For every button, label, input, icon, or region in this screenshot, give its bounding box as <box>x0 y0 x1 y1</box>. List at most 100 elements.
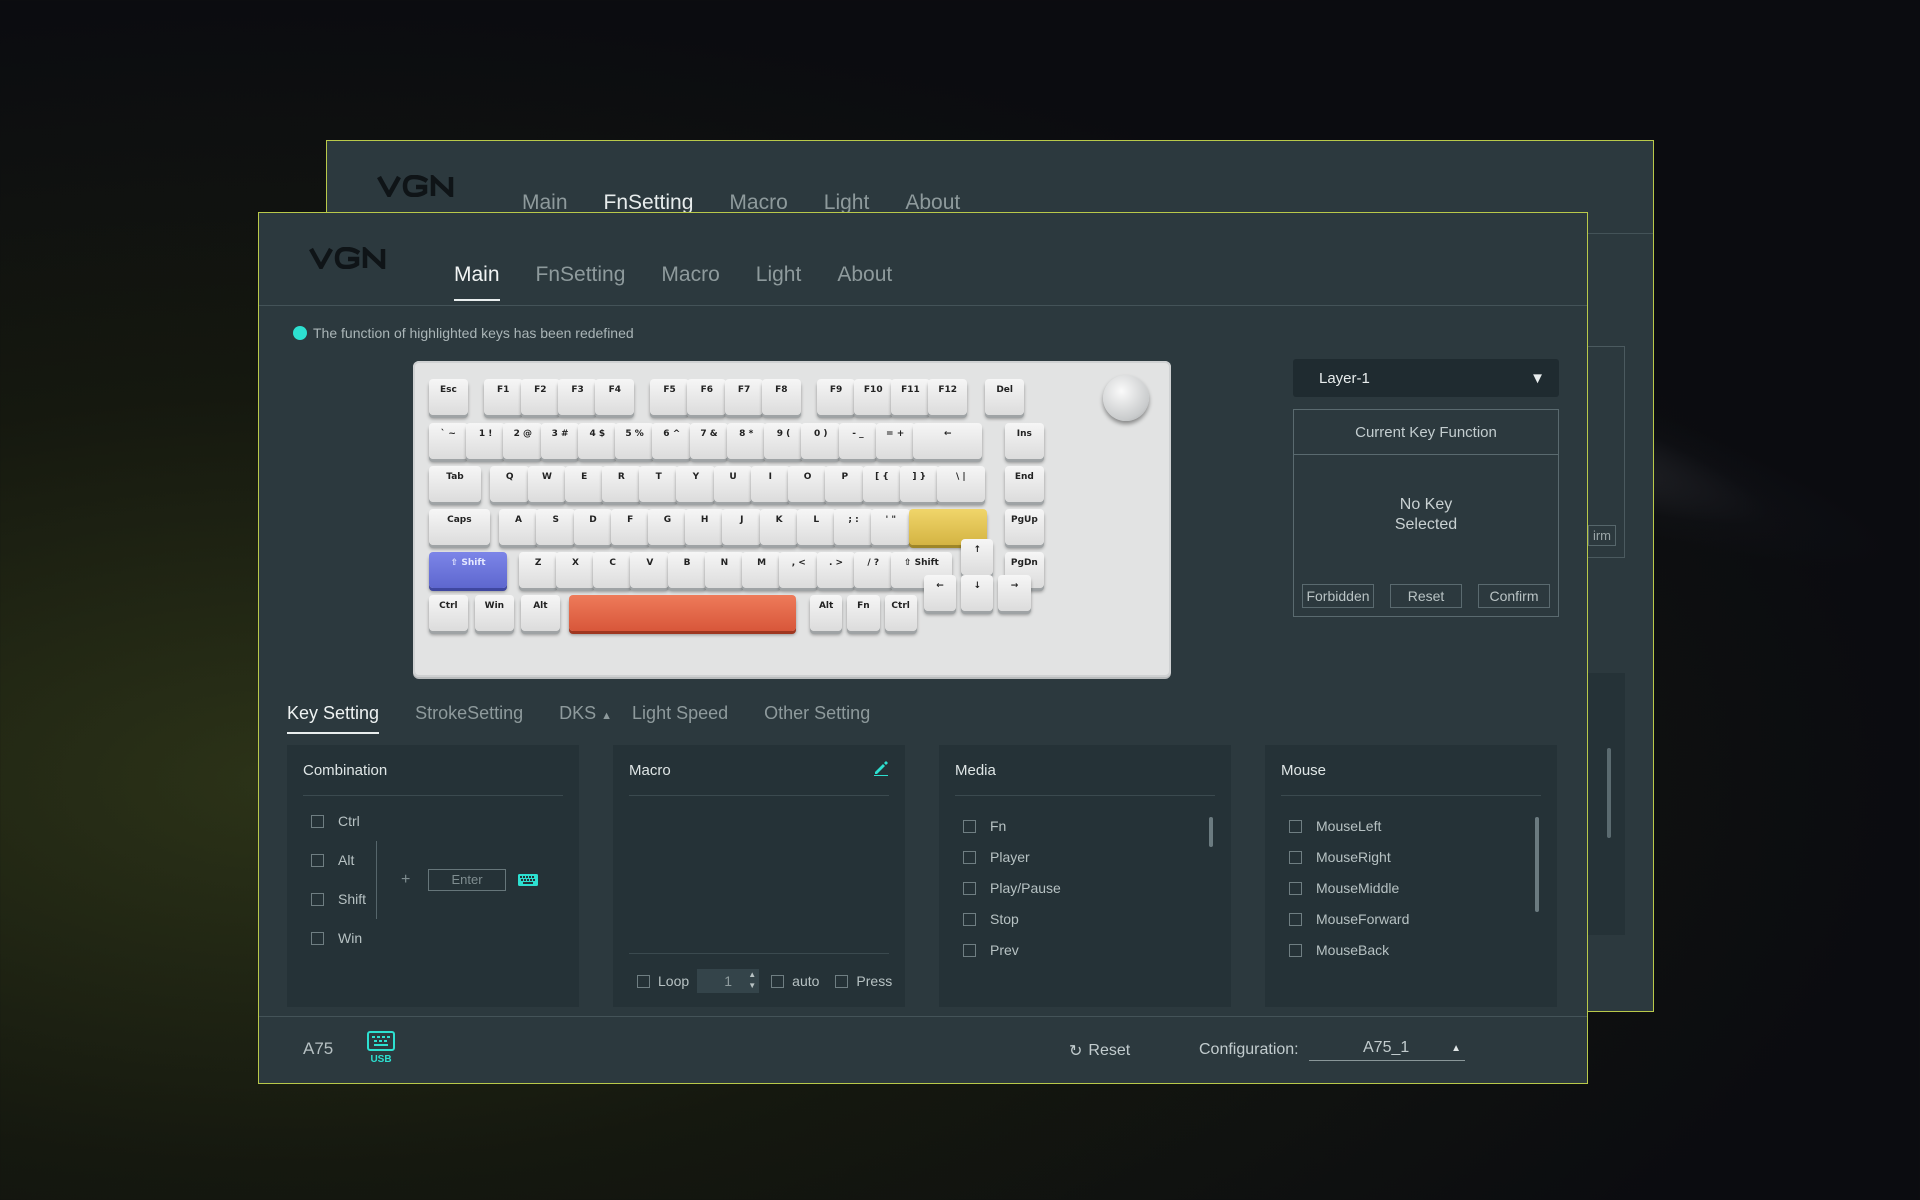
key-f5[interactable]: F5 <box>650 379 689 415</box>
key-caps[interactable]: Caps <box>429 509 490 545</box>
prev-checkbox[interactable] <box>963 943 976 957</box>
tab-main[interactable]: Main <box>454 263 500 301</box>
key-c[interactable]: C <box>593 552 633 588</box>
media-item-stop[interactable]: Stop <box>963 911 1019 927</box>
play-pause-checkbox[interactable] <box>963 881 976 895</box>
media-item-player[interactable]: Player <box>963 849 1030 865</box>
key-f[interactable]: F <box>610 509 650 545</box>
key-m[interactable]: M <box>742 552 781 588</box>
key-5[interactable]: 5 % <box>615 423 654 459</box>
key-x[interactable]: X <box>556 552 595 588</box>
key-ins[interactable]: Ins <box>1004 423 1044 459</box>
key-1[interactable]: 1 ! <box>466 423 506 459</box>
key-pgup[interactable]: PgUp <box>1004 509 1044 545</box>
key-2[interactable]: 2 @ <box>503 423 543 459</box>
mod-ctrl[interactable]: Ctrl <box>311 813 360 829</box>
player-checkbox[interactable] <box>963 850 976 864</box>
key-q[interactable]: Q <box>490 466 530 502</box>
subtab-other-setting[interactable]: Other Setting <box>764 703 870 724</box>
key-w[interactable]: W <box>527 466 567 502</box>
key-symbol[interactable]: . > <box>816 552 856 588</box>
tab-macro[interactable]: Macro <box>661 263 719 287</box>
key-b[interactable]: B <box>667 552 707 588</box>
key-f4[interactable]: F4 <box>595 379 635 415</box>
key-symbol[interactable]: → <box>998 575 1031 611</box>
key-g[interactable]: G <box>648 509 687 545</box>
key-symbol[interactable]: / ? <box>853 552 893 588</box>
mod-win[interactable]: Win <box>311 930 362 946</box>
key-7[interactable]: 7 & <box>689 423 729 459</box>
auto-checkbox[interactable] <box>771 974 785 988</box>
key-symbol[interactable]: ; : <box>834 509 873 545</box>
press-checkbox[interactable] <box>835 974 849 988</box>
stepper-arrows-icon[interactable]: ▲ ▼ <box>748 969 756 991</box>
key-end[interactable]: End <box>1004 466 1044 502</box>
shift-checkbox[interactable] <box>311 892 324 906</box>
key-alt[interactable]: Alt <box>810 595 843 631</box>
key-symbol[interactable]: ↓ <box>961 575 994 611</box>
key-symbol[interactable]: ↑ <box>961 539 994 575</box>
key-8[interactable]: 8 * <box>726 423 766 459</box>
key-symbol[interactable]: ← <box>923 575 957 611</box>
key-symbol[interactable]: [ { <box>862 466 902 502</box>
mod-alt[interactable]: Alt <box>311 852 354 868</box>
mouse-scrollbar[interactable] <box>1535 817 1539 912</box>
key-n[interactable]: N <box>704 552 744 588</box>
key-f8[interactable]: F8 <box>761 379 801 415</box>
key-win[interactable]: Win <box>474 595 514 631</box>
key-9[interactable]: 9 ( <box>764 423 803 459</box>
key-symbol[interactable]: ] } <box>899 466 939 502</box>
key-h[interactable]: H <box>685 509 725 545</box>
key-ctrl[interactable]: Ctrl <box>884 595 917 631</box>
key-z[interactable]: Z <box>518 552 558 588</box>
key-u[interactable]: U <box>713 466 753 502</box>
key-del[interactable]: Del <box>985 379 1025 415</box>
tab-light[interactable]: Light <box>756 263 802 287</box>
key-symbol[interactable]: = + <box>875 423 915 459</box>
mouseback-checkbox[interactable] <box>1289 943 1302 957</box>
mouse-item-forward[interactable]: MouseForward <box>1289 911 1409 927</box>
subtab-dks[interactable]: DKS ▲ <box>559 703 612 724</box>
key-symbol[interactable]: - _ <box>838 423 878 459</box>
key-symbol[interactable]: ` ~ <box>429 423 468 459</box>
volume-knob[interactable] <box>1103 375 1149 421</box>
key-y[interactable]: Y <box>676 466 716 502</box>
key-f7[interactable]: F7 <box>724 379 764 415</box>
subtab-light-speed[interactable]: Light Speed <box>632 703 728 724</box>
mouseforward-checkbox[interactable] <box>1289 912 1302 926</box>
mod-shift[interactable]: Shift <box>311 891 366 907</box>
key-a[interactable]: A <box>499 509 538 545</box>
key-f1[interactable]: F1 <box>483 379 523 415</box>
media-item-fn[interactable]: Fn <box>963 818 1006 834</box>
key-p[interactable]: P <box>825 466 865 502</box>
mouseright-checkbox[interactable] <box>1289 850 1302 864</box>
mouse-item-back[interactable]: MouseBack <box>1289 942 1389 958</box>
keyboard-icon[interactable] <box>518 873 538 891</box>
key-space[interactable] <box>569 595 797 631</box>
win-checkbox[interactable] <box>311 931 324 945</box>
key-symbol[interactable]: , < <box>779 552 819 588</box>
key-f12[interactable]: F12 <box>928 379 968 415</box>
key-v[interactable]: V <box>630 552 670 588</box>
key-r[interactable]: R <box>602 466 641 502</box>
ctrl-checkbox[interactable] <box>311 814 324 828</box>
key-s[interactable]: S <box>536 509 576 545</box>
key-alt[interactable]: Alt <box>520 595 560 631</box>
mouse-item-right[interactable]: MouseRight <box>1289 849 1391 865</box>
configuration-select[interactable]: A75_1 ▲ <box>1309 1039 1465 1061</box>
key-f3[interactable]: F3 <box>558 379 597 415</box>
edit-icon[interactable] <box>873 760 889 780</box>
key-t[interactable]: T <box>639 466 679 502</box>
mouse-item-left[interactable]: MouseLeft <box>1289 818 1381 834</box>
loop-count-stepper[interactable]: 1 ▲ ▼ <box>697 969 760 993</box>
fn-checkbox[interactable] <box>963 819 976 833</box>
key-o[interactable]: O <box>788 466 827 502</box>
key-ctrl[interactable]: Ctrl <box>429 595 468 631</box>
key-fn[interactable]: Fn <box>847 595 880 631</box>
media-item-play-pause[interactable]: Play/Pause <box>963 880 1061 896</box>
key-e[interactable]: E <box>564 466 604 502</box>
key-f9[interactable]: F9 <box>816 379 856 415</box>
key-symbol[interactable]: ← <box>912 423 983 459</box>
key-f10[interactable]: F10 <box>853 379 893 415</box>
key-f11[interactable]: F11 <box>891 379 930 415</box>
